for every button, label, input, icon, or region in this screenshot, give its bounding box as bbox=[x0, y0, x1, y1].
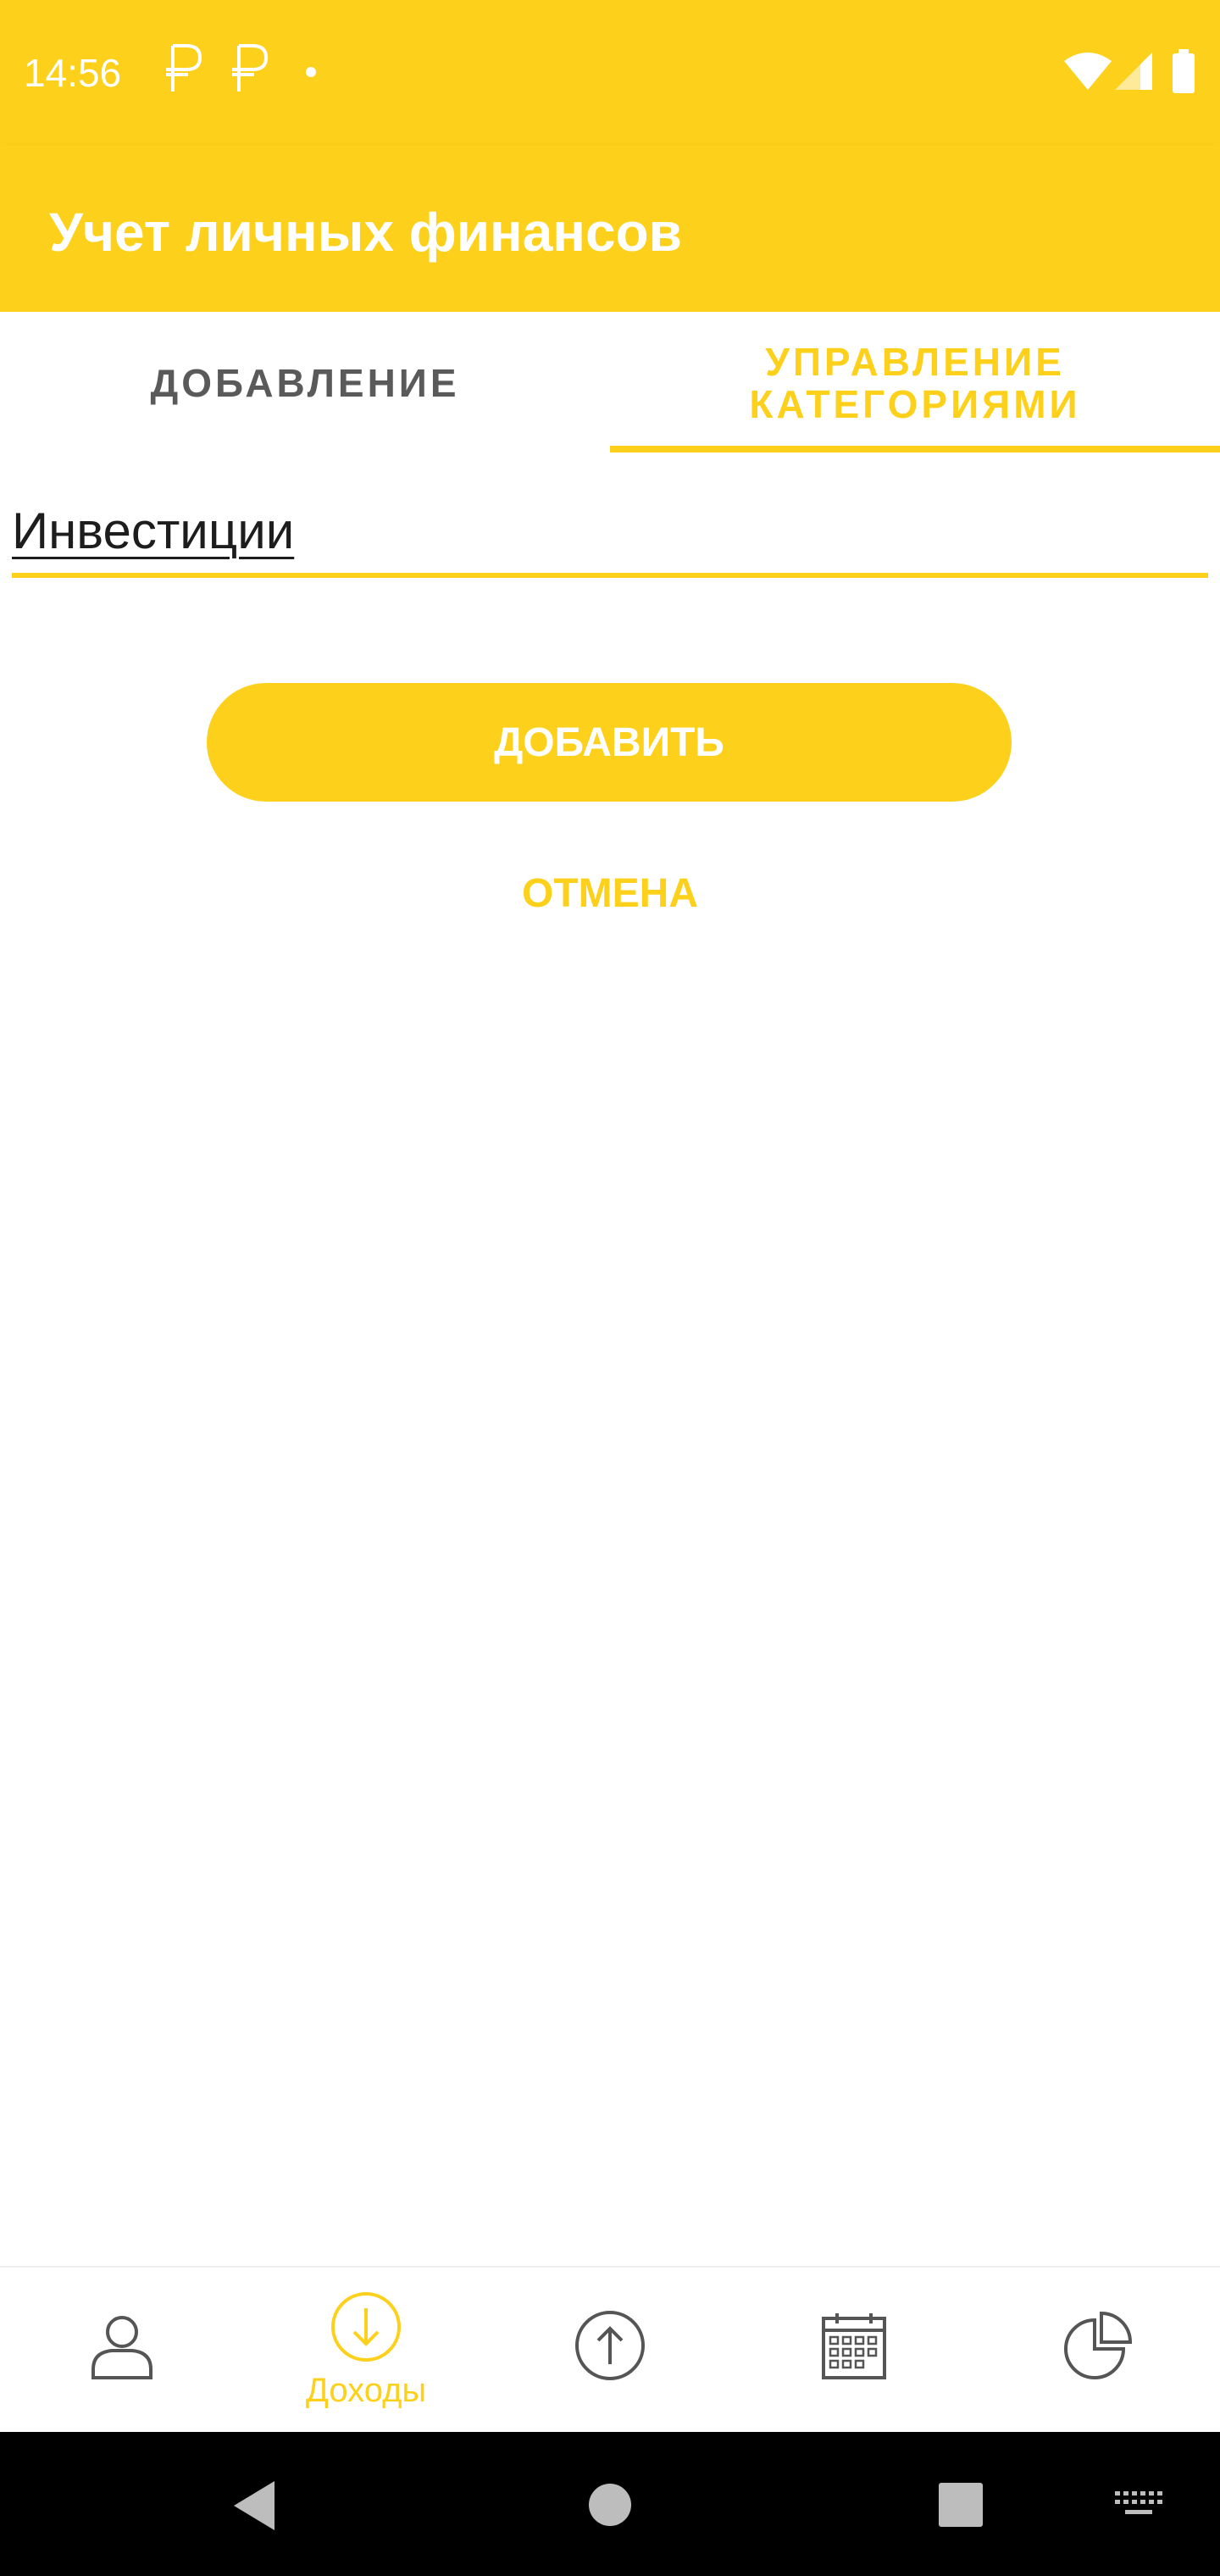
tab-manage-categories[interactable]: УПРАВЛЕНИЕ КАТЕГОРИЯМИ bbox=[610, 312, 1220, 454]
ruble-icon bbox=[229, 42, 271, 99]
app-bar: Учет личных финансов bbox=[0, 146, 1220, 312]
pie-chart-icon bbox=[1064, 2311, 1133, 2379]
category-name-input[interactable] bbox=[12, 488, 1208, 578]
expense-icon bbox=[575, 2311, 645, 2380]
status-time: 14:56 bbox=[24, 51, 122, 95]
calendar-icon bbox=[822, 2313, 886, 2379]
back-icon[interactable] bbox=[230, 2479, 278, 2536]
tab-add-label: ДОБАВЛЕНИЕ bbox=[150, 361, 460, 405]
nav-item-expenses[interactable] bbox=[488, 2268, 732, 2434]
nav-item-statistics[interactable] bbox=[976, 2268, 1220, 2434]
status-bar: 14:56 bbox=[0, 0, 1220, 146]
battery-icon bbox=[1171, 49, 1196, 97]
nav-item-calendar[interactable] bbox=[732, 2268, 976, 2434]
recents-icon[interactable] bbox=[939, 2483, 983, 2531]
nav-label-income: Доходы bbox=[305, 2372, 427, 2409]
signal-icon bbox=[1115, 53, 1152, 94]
system-navigation-bar bbox=[0, 2432, 1220, 2576]
tab-indicator bbox=[610, 446, 1220, 452]
nav-item-profile[interactable] bbox=[0, 2268, 244, 2434]
home-icon[interactable] bbox=[588, 2483, 632, 2531]
income-icon bbox=[331, 2292, 401, 2362]
keyboard-icon[interactable] bbox=[1115, 2491, 1162, 2523]
tab-add[interactable]: ДОБАВЛЕНИЕ bbox=[0, 312, 610, 454]
page-title: Учет личных финансов bbox=[49, 202, 682, 263]
nav-item-income[interactable]: Доходы bbox=[244, 2268, 488, 2434]
tab-bar: ДОБАВЛЕНИЕ УПРАВЛЕНИЕ КАТЕГОРИЯМИ bbox=[0, 312, 1220, 454]
tab-manage-categories-label: УПРАВЛЕНИЕ КАТЕГОРИЯМИ bbox=[749, 340, 1081, 426]
add-button[interactable]: ДОБАВИТЬ bbox=[207, 683, 1012, 802]
dot-icon bbox=[305, 66, 317, 82]
cancel-button[interactable]: ОТМЕНА bbox=[441, 856, 779, 930]
ruble-icon bbox=[163, 42, 205, 99]
bottom-navigation: Доходы bbox=[0, 2266, 1220, 2434]
person-icon bbox=[92, 2316, 152, 2379]
wifi-icon bbox=[1064, 53, 1112, 94]
